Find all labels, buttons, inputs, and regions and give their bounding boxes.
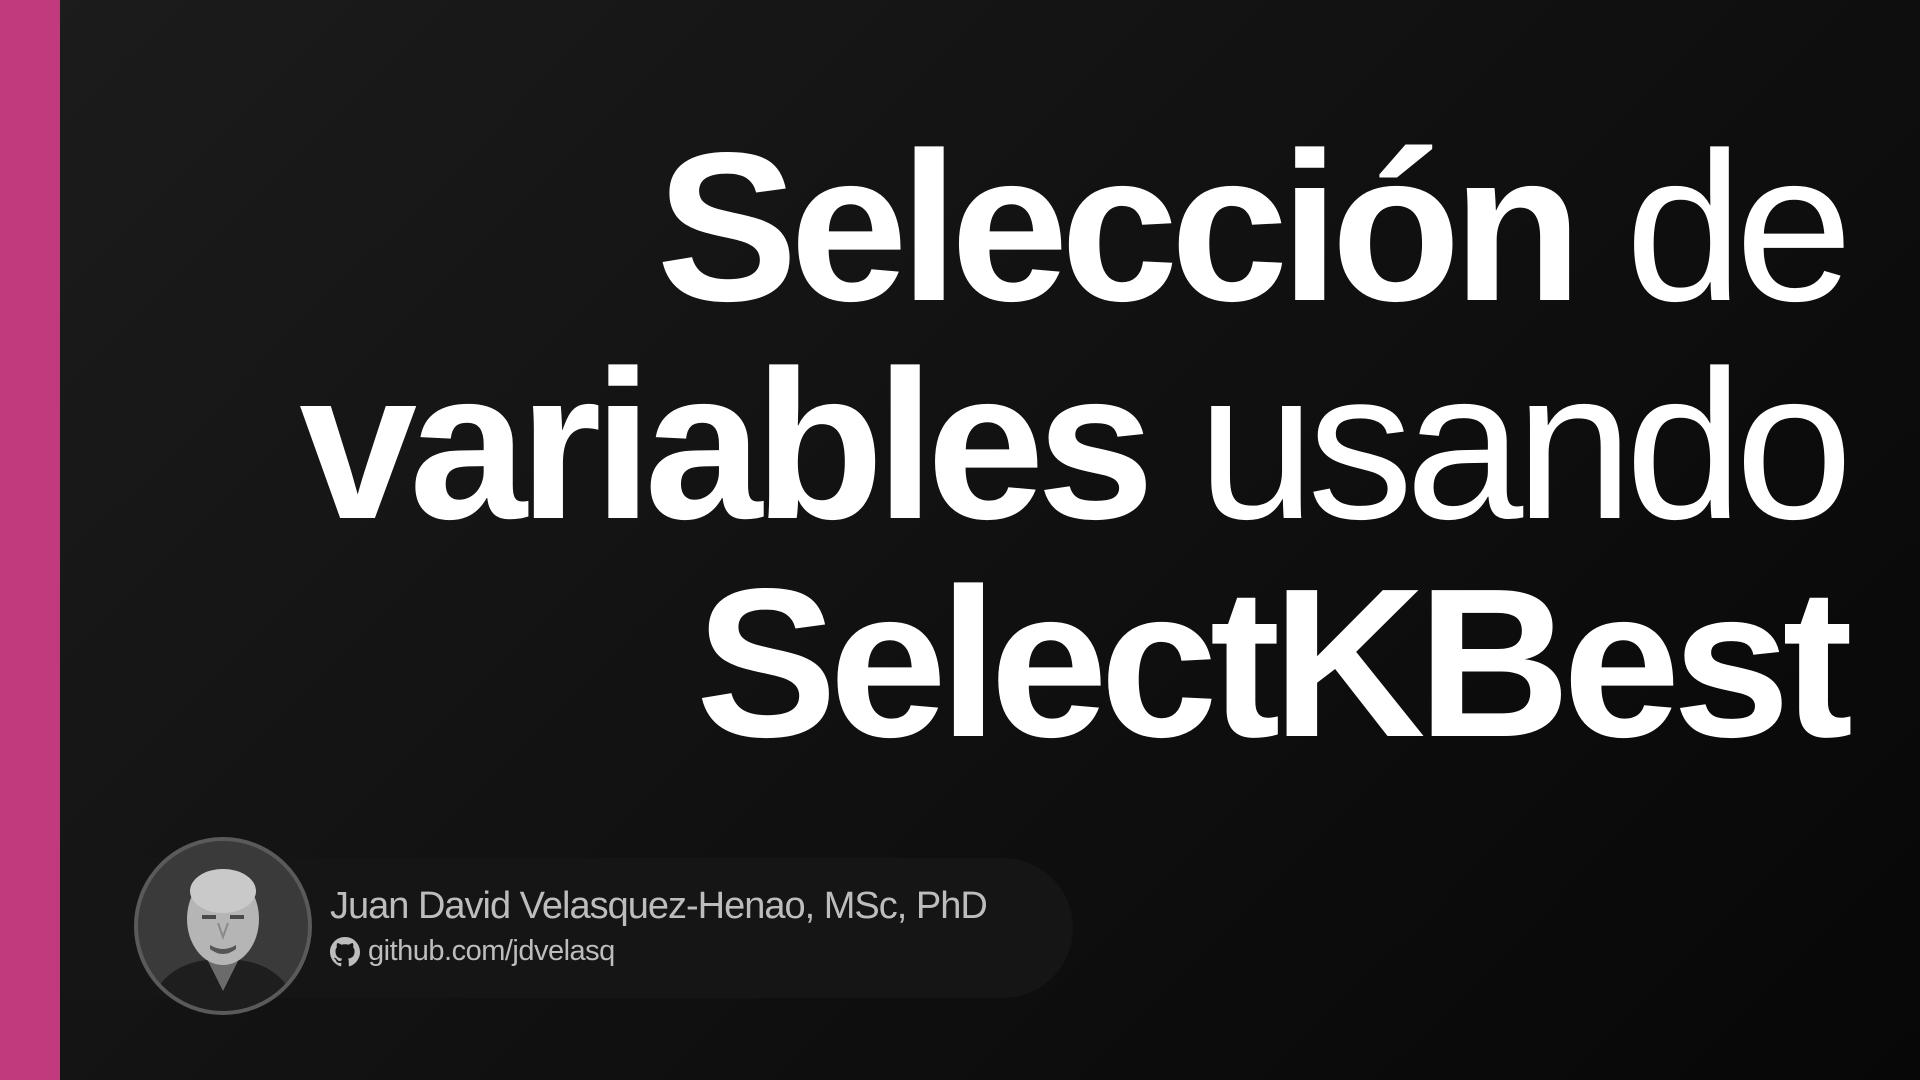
slide: Selección de variables usando SelectKBes… <box>0 0 1920 1080</box>
github-icon <box>330 936 360 967</box>
github-link-text[interactable]: github.com/jdvelasq <box>368 935 615 968</box>
title-line-2: variables usando <box>145 336 1853 554</box>
title-word-selectkbest: SelectKBest <box>695 544 1853 781</box>
title-word-seleccion: Selección <box>656 108 1582 345</box>
title-line-1: Selección de <box>145 118 1853 336</box>
avatar <box>134 837 312 1015</box>
avatar-portrait <box>138 841 308 1011</box>
author-name: Juan David Velasquez-Henao, MSc, PhD <box>330 885 988 927</box>
slide-title: Selección de variables usando SelectKBes… <box>145 118 1853 772</box>
accent-bar <box>0 0 60 1080</box>
title-word-variables: variables <box>299 326 1154 563</box>
github-link[interactable]: github.com/jdvelasq <box>330 935 615 968</box>
title-word-usando: usando <box>1197 326 1853 563</box>
title-word-de: de <box>1625 108 1853 345</box>
title-line-3: SelectKBest <box>145 554 1853 772</box>
